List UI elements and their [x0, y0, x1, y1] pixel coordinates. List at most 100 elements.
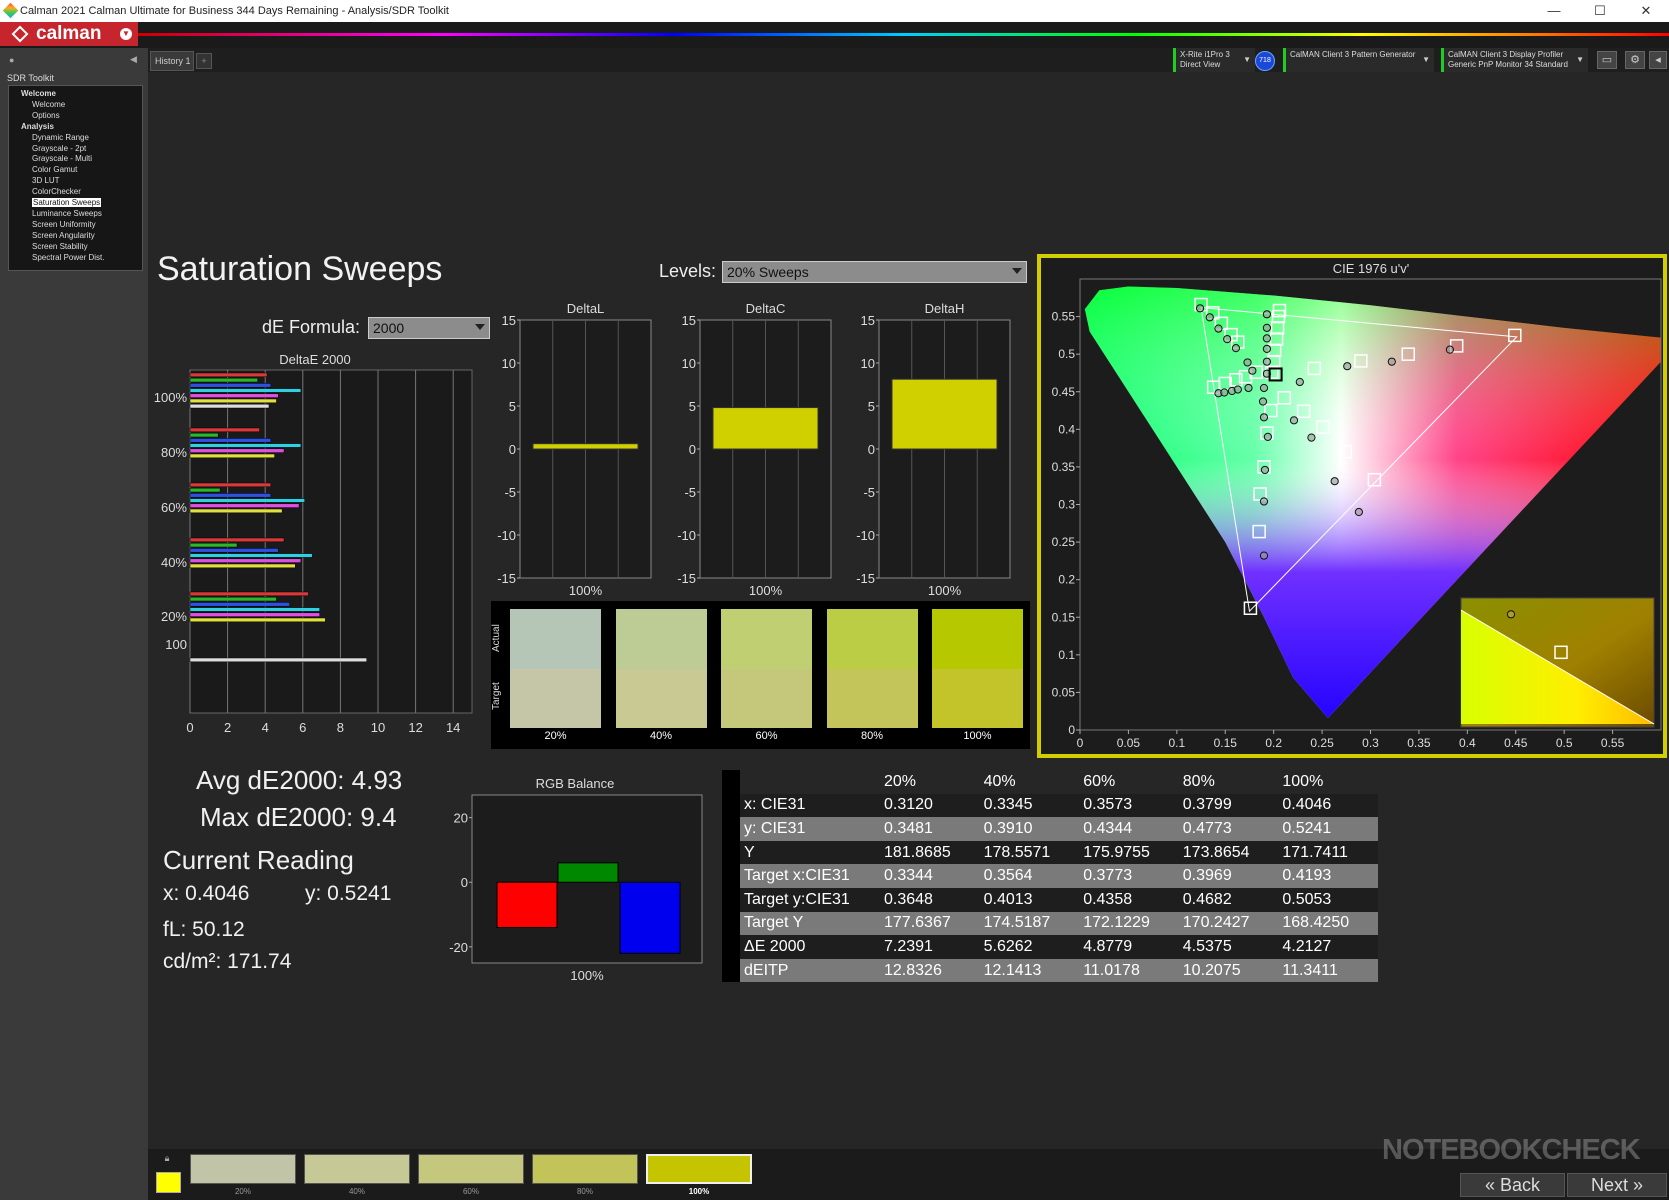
row-gutter	[722, 840, 740, 865]
delta-bar	[712, 407, 819, 450]
window-title: Calman 2021 Calman Ultimate for Business…	[20, 5, 449, 17]
tree-item[interactable]: Screen Uniformity	[32, 220, 96, 229]
y-tick-label: -10	[856, 528, 875, 543]
deltae-bar	[189, 383, 272, 388]
x-tick-label: 0	[1077, 736, 1084, 750]
x-category-label: 100%	[928, 583, 962, 596]
deltae-bar	[189, 657, 367, 663]
tree-item[interactable]: ColorChecker	[32, 187, 81, 196]
display-name: Generic PnP Monitor 34 Standard	[1448, 60, 1568, 69]
deltae-bar	[189, 398, 277, 404]
levels-dropdown[interactable]: 20% Sweeps	[722, 261, 1027, 283]
table-cell: 0.3910	[979, 817, 1080, 841]
measured-marker	[1289, 416, 1299, 425]
monitor-icon[interactable]: ▭	[1597, 51, 1617, 69]
add-history-icon[interactable]: +	[196, 53, 212, 69]
x-tick-label: 2	[224, 720, 231, 735]
close-button[interactable]: ✕	[1623, 0, 1669, 22]
sidebar-title: SDR Toolkit	[7, 73, 54, 83]
table-cell: 0.3799	[1178, 793, 1279, 818]
deltae-bar	[189, 493, 272, 498]
table-row: ΔE 2000 7.2391 5.6262 4.8779 4.5375 4.2127	[722, 935, 1378, 959]
measured-marker	[1354, 507, 1363, 517]
deltae-bar	[189, 372, 268, 378]
y-category-label: 60%	[161, 500, 187, 515]
tree-item[interactable]: Grayscale - Multi	[32, 154, 92, 163]
deltae-bar	[189, 508, 283, 514]
tree-item[interactable]: 3D LUT	[32, 176, 60, 185]
tree-item[interactable]: Welcome	[21, 89, 56, 98]
de-formula-dropdown[interactable]: 2000	[368, 317, 490, 339]
table-cell: 0.5053	[1278, 887, 1378, 912]
actual-label: Actual	[491, 624, 502, 652]
y-category-label: 100%	[154, 390, 188, 405]
tree-item[interactable]: Dynamic Range	[32, 133, 89, 142]
table-row: Target y:CIE31 0.3648 0.4013 0.4358 0.4682 0.…	[722, 887, 1378, 912]
x-tick-label: 0.3	[1362, 736, 1379, 750]
patch-button[interactable]	[304, 1154, 410, 1184]
row-gutter	[722, 958, 740, 983]
meter-status-badge[interactable]: 718	[1255, 51, 1275, 71]
measured-marker	[1259, 413, 1269, 422]
deltae-bar	[189, 537, 285, 543]
table-cell: 12.1413	[979, 958, 1080, 983]
patch-button[interactable]	[418, 1154, 524, 1184]
y-tick-label: 5	[689, 399, 696, 414]
display-selector[interactable]: CalMAN Client 3 Display Profiler Generic…	[1441, 48, 1588, 72]
deltae-bar	[189, 591, 309, 597]
chevron-down-icon: ▼	[120, 28, 132, 40]
swatch	[932, 609, 1023, 728]
gear-icon[interactable]: ⚙	[1625, 51, 1645, 69]
patch-button[interactable]	[532, 1154, 638, 1184]
max-de: Max dE2000: 9.4	[200, 802, 397, 832]
chevron-down-icon: ▼	[1576, 55, 1584, 64]
x-category-label: 100%	[569, 583, 603, 596]
minimize-button[interactable]: —	[1531, 0, 1577, 22]
column-header: 20%	[880, 770, 980, 794]
pattern-generator-selector[interactable]: CalMAN Client 3 Pattern Generator ▼	[1283, 48, 1434, 72]
tree-item[interactable]: Screen Stability	[32, 242, 88, 251]
table-row: y: CIE31 0.3481 0.3910 0.4344 0.4773 0.5241	[722, 817, 1378, 841]
measured-marker	[1262, 344, 1271, 354]
table-cell: 5.6262	[979, 935, 1080, 959]
y-tick-label: 10	[502, 356, 516, 371]
deltae-bar	[189, 432, 219, 438]
patch-button[interactable]	[646, 1154, 752, 1184]
toggle-icon[interactable]: ●	[9, 55, 14, 65]
maximize-button[interactable]: ☐	[1577, 0, 1623, 22]
tree-item[interactable]: Spectral Power Dist.	[32, 253, 104, 262]
x-tick-label: 8	[337, 720, 344, 735]
lock-icon[interactable]: 🔒︎	[157, 1153, 177, 1165]
y-tick-label: 0	[868, 442, 875, 457]
meter-selector[interactable]: X-Rite i1Pro 3 Direct View ▼	[1173, 48, 1255, 72]
tree-item[interactable]: Color Gamut	[32, 165, 77, 174]
tree-item[interactable]: Saturation Sweeps	[32, 198, 102, 207]
table-cell: 168.4250	[1278, 911, 1378, 936]
actual-swatch	[932, 609, 1023, 669]
meter-mode: Direct View	[1180, 60, 1221, 69]
collapse-sidebar-icon[interactable]: ◀	[130, 54, 137, 65]
measured-marker	[1262, 323, 1271, 332]
blue-balance-bar	[619, 881, 681, 954]
history-tab[interactable]: History 1	[150, 51, 194, 71]
collapse-right-icon[interactable]: ◂	[1649, 51, 1667, 69]
row-gutter	[722, 911, 740, 936]
tree-item[interactable]: Welcome	[32, 100, 65, 109]
color-swatches-panel: Actual Target 20% 40% 60% 80% 100%	[491, 601, 1030, 749]
table-row: Target Y 177.6367 174.5187 172.1229 170.2427…	[722, 911, 1378, 936]
swatch-label: 40%	[649, 730, 673, 742]
tree-item[interactable]: Analysis	[21, 122, 54, 131]
calman-menu-button[interactable]: calman ▼	[0, 22, 138, 46]
tree-item[interactable]: Grayscale - 2pt	[32, 144, 86, 153]
tree-item[interactable]: Luminance Sweeps	[32, 209, 102, 218]
back-button[interactable]: « Back	[1460, 1173, 1565, 1197]
patch-button[interactable]	[190, 1154, 296, 1184]
y-tick-label: 0.25	[1052, 535, 1076, 549]
table-cell: 0.4013	[979, 887, 1080, 912]
table-cell: 4.5375	[1178, 935, 1279, 959]
x-tick-label: 0.55	[1601, 736, 1625, 750]
row-label: x: CIE31	[740, 793, 880, 818]
tree-item[interactable]: Options	[32, 111, 60, 120]
next-button[interactable]: Next »	[1567, 1173, 1667, 1197]
tree-item[interactable]: Screen Angularity	[32, 231, 95, 240]
